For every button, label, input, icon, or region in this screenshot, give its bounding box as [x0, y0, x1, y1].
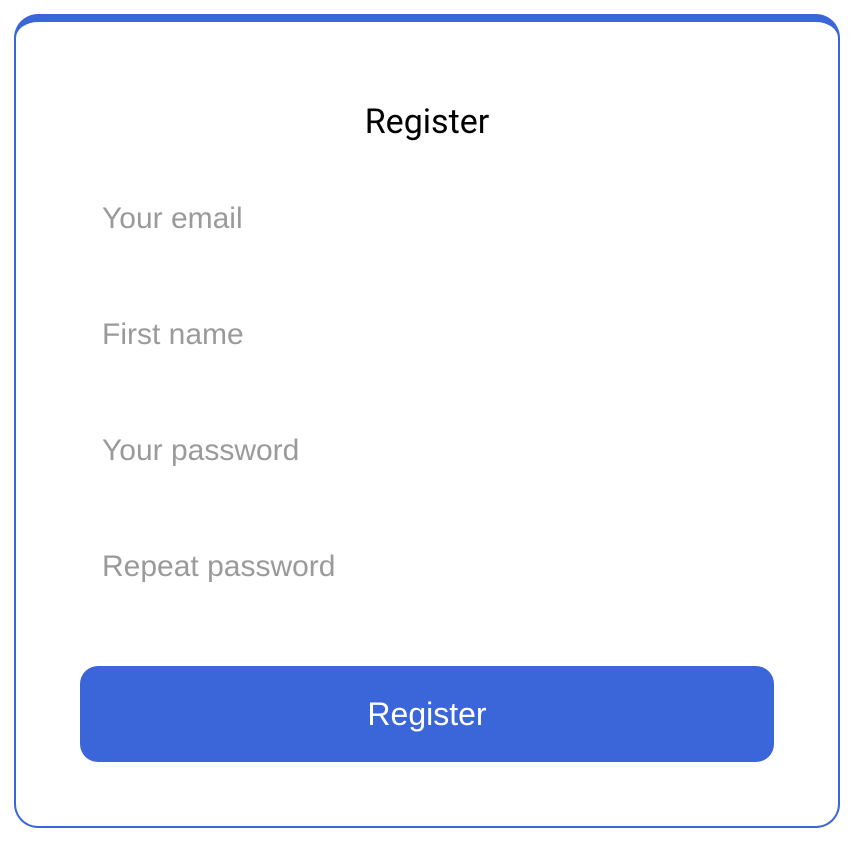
- repeat-password-field[interactable]: [102, 550, 752, 584]
- register-button[interactable]: Register: [80, 666, 774, 762]
- register-card: Register Register: [14, 14, 840, 828]
- first-name-field[interactable]: [102, 318, 752, 352]
- form-fields: [80, 202, 774, 666]
- password-field[interactable]: [102, 434, 752, 468]
- form-title: Register: [80, 102, 774, 142]
- email-field[interactable]: [102, 202, 752, 236]
